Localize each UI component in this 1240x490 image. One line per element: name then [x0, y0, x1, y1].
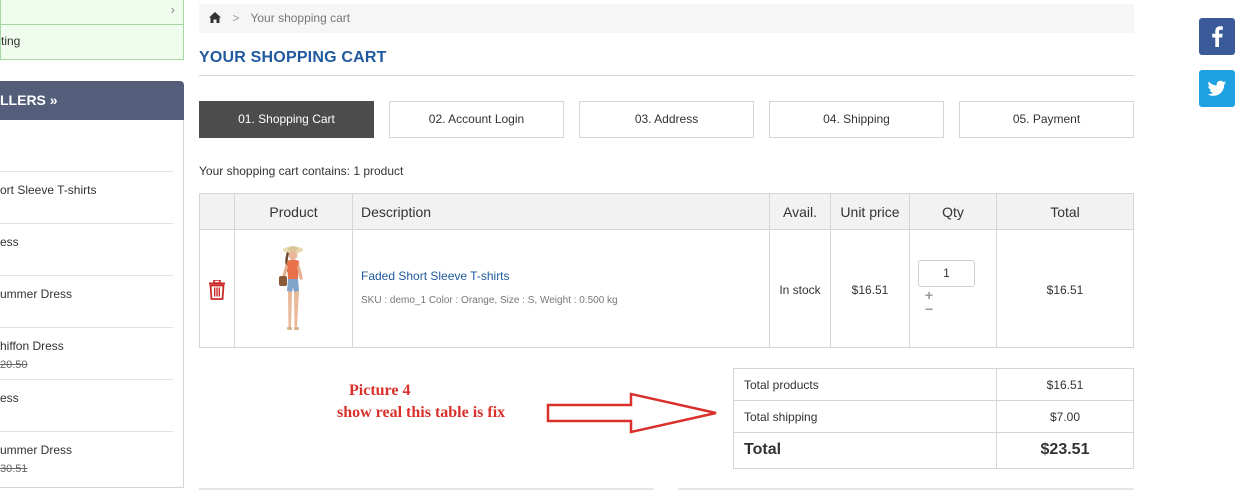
table-row: Total shipping $7.00	[734, 401, 1133, 433]
annotation-text: show real this table is fix	[337, 404, 506, 421]
list-item[interactable]: ummer Dress	[0, 275, 173, 327]
best-sellers-list: ort Sleeve T-shirts ess ummer Dress hiff…	[0, 120, 184, 488]
list-item[interactable]: ess	[0, 379, 173, 431]
breadcrumb: > Your shopping cart	[199, 4, 1134, 33]
facebook-button[interactable]	[1199, 18, 1235, 55]
step-account-login[interactable]: 02. Account Login	[389, 101, 564, 138]
list-item[interactable]	[0, 119, 173, 171]
product-attributes: SKU : demo_1 Color : Orange, Size : S, W…	[361, 295, 618, 306]
header-unit-price: Unit price	[840, 204, 900, 220]
product-name[interactable]: ummer Dress	[0, 443, 72, 457]
page-title: YOUR SHOPPING CART	[199, 49, 387, 66]
table-row: Total products $16.51	[734, 369, 1133, 401]
step-address[interactable]: 03. Address	[579, 101, 754, 138]
table-row: Total $23.51	[734, 433, 1133, 468]
product-name[interactable]: ummer Dress	[0, 287, 72, 301]
product-image[interactable]	[272, 243, 312, 335]
row-total: $16.51	[1046, 283, 1084, 297]
total-products-value: $16.51	[1046, 378, 1084, 392]
best-sellers-header[interactable]: LLERS »	[0, 81, 184, 120]
total-shipping-label: Total shipping	[744, 410, 818, 424]
list-item[interactable]: ummer Dress 30.51	[0, 431, 173, 483]
list-item[interactable]: ort Sleeve T-shirts	[0, 171, 173, 223]
breadcrumb-current: Your shopping cart	[250, 11, 351, 25]
trash-icon[interactable]	[208, 279, 226, 300]
totals-table: Total products $16.51 Total shipping $7.…	[733, 368, 1134, 469]
step-shipping[interactable]: 04. Shipping	[769, 101, 944, 138]
twitter-button[interactable]	[1199, 70, 1235, 107]
product-link[interactable]: Faded Short Sleeve T-shirts	[361, 269, 510, 283]
old-price: 20.50	[0, 359, 28, 371]
home-icon[interactable]	[209, 11, 224, 25]
step-payment[interactable]: 05. Payment	[959, 101, 1134, 138]
annotation-title: Picture 4	[349, 382, 411, 399]
qty-decrease-button[interactable]: −	[925, 301, 933, 317]
header-total: Total	[1050, 204, 1080, 220]
header-qty: Qty	[942, 204, 964, 220]
list-item[interactable]: hiffon Dress 20.50	[0, 327, 173, 379]
sidebar-category-item-active[interactable]: ting	[0, 25, 184, 60]
step-label: 04. Shipping	[823, 112, 890, 126]
grand-total-label: Total	[744, 441, 782, 458]
cart-summary: Your shopping cart contains: 1 product	[199, 164, 404, 178]
product-name[interactable]: ess	[0, 391, 19, 405]
product-name[interactable]: hiffon Dress	[0, 339, 64, 353]
step-label: 05. Payment	[1012, 112, 1081, 126]
chevron-right-icon: ›	[170, 2, 175, 17]
product-name[interactable]: ort Sleeve T-shirts	[0, 183, 96, 197]
header-product: Product	[269, 204, 318, 220]
quantity-input[interactable]: 1	[918, 260, 975, 287]
sidebar-category-label: ting	[1, 34, 21, 48]
list-item[interactable]: ess	[0, 223, 173, 275]
step-label: 02. Account Login	[428, 112, 525, 126]
title-divider	[199, 75, 1134, 76]
step-shopping-cart[interactable]: 01. Shopping Cart	[199, 101, 374, 138]
availability: In stock	[779, 283, 821, 297]
unit-price: $16.51	[851, 283, 889, 297]
breadcrumb-separator: >	[232, 11, 240, 25]
old-price: 30.51	[0, 463, 28, 475]
sidebar-category-item[interactable]: ›	[0, 0, 184, 25]
total-products-label: Total products	[744, 378, 819, 392]
header-description: Description	[361, 204, 432, 220]
total-shipping-value: $7.00	[1049, 410, 1081, 424]
arrow-right-icon	[546, 392, 718, 434]
cart-table: Product Description Avail. Unit price Qt…	[199, 193, 1134, 348]
grand-total-value: $23.51	[1040, 441, 1090, 458]
best-sellers-title: LLERS »	[0, 92, 58, 108]
column-divider	[352, 194, 353, 347]
header-avail: Avail.	[783, 204, 817, 220]
left-sidebar: › ting LLERS » ort Sleeve T-shirts ess u…	[0, 0, 185, 490]
product-name[interactable]: ess	[0, 235, 19, 249]
step-label: 03. Address	[634, 112, 699, 126]
step-label: 01. Shopping Cart	[238, 112, 335, 126]
